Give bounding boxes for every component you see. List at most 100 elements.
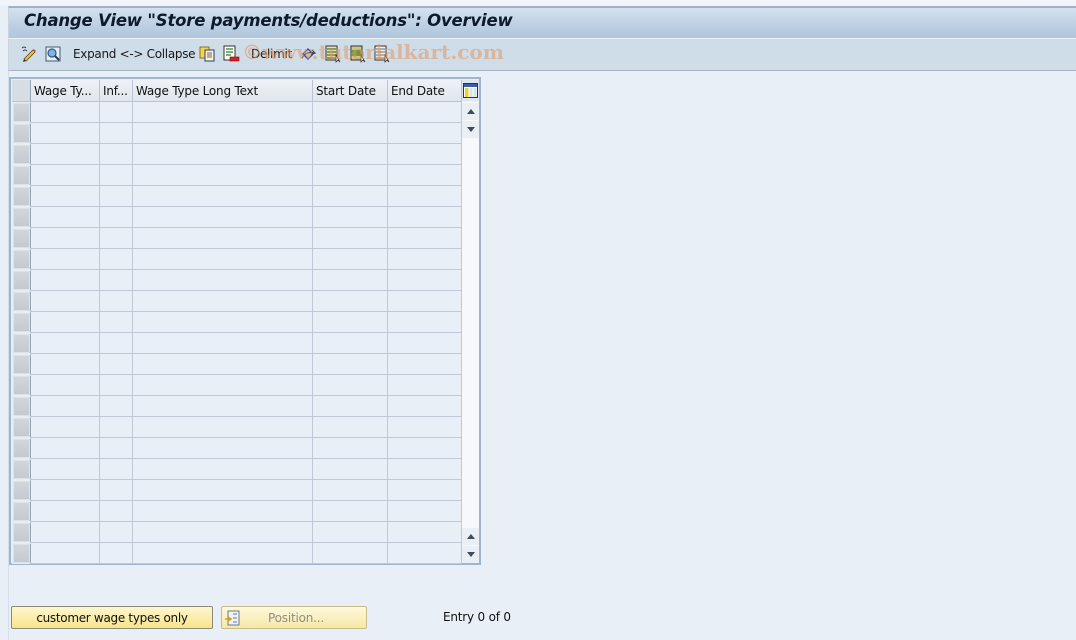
- cell-inf[interactable]: [100, 165, 133, 186]
- row-selector[interactable]: [12, 459, 31, 480]
- row-selector[interactable]: [12, 333, 31, 354]
- cell-wage-type[interactable]: [31, 354, 100, 375]
- cell-long-text[interactable]: [133, 165, 313, 186]
- cell-end-date[interactable]: [388, 522, 462, 543]
- cell-end-date[interactable]: [388, 207, 462, 228]
- select-all-button[interactable]: [324, 44, 342, 64]
- cell-end-date[interactable]: [388, 459, 462, 480]
- column-header-inf[interactable]: Inf...: [100, 80, 133, 102]
- cell-start-date[interactable]: [313, 333, 388, 354]
- cell-start-date[interactable]: [313, 102, 388, 123]
- cell-long-text[interactable]: [133, 228, 313, 249]
- scroll-track[interactable]: [462, 102, 479, 562]
- cell-inf[interactable]: [100, 186, 133, 207]
- row-selector[interactable]: [12, 354, 31, 375]
- cell-end-date[interactable]: [388, 480, 462, 501]
- cell-inf[interactable]: [100, 270, 133, 291]
- cell-long-text[interactable]: [133, 186, 313, 207]
- cell-end-date[interactable]: [388, 354, 462, 375]
- cell-wage-type[interactable]: [31, 102, 100, 123]
- cell-wage-type[interactable]: [31, 291, 100, 312]
- cell-wage-type[interactable]: [31, 480, 100, 501]
- cell-inf[interactable]: [100, 249, 133, 270]
- cell-wage-type[interactable]: [31, 312, 100, 333]
- cell-long-text[interactable]: [133, 144, 313, 165]
- cell-end-date[interactable]: [388, 291, 462, 312]
- cell-start-date[interactable]: [313, 207, 388, 228]
- cell-long-text[interactable]: [133, 501, 313, 522]
- cell-long-text[interactable]: [133, 249, 313, 270]
- cell-start-date[interactable]: [313, 480, 388, 501]
- row-selector[interactable]: [12, 396, 31, 417]
- cell-long-text[interactable]: [133, 333, 313, 354]
- cell-inf[interactable]: [100, 438, 133, 459]
- cell-start-date[interactable]: [313, 186, 388, 207]
- cell-end-date[interactable]: [388, 543, 462, 564]
- cell-wage-type[interactable]: [31, 396, 100, 417]
- cell-inf[interactable]: [100, 333, 133, 354]
- scroll-down-top-button[interactable]: [462, 121, 479, 138]
- cell-inf[interactable]: [100, 375, 133, 396]
- row-selector[interactable]: [12, 501, 31, 522]
- cell-end-date[interactable]: [388, 123, 462, 144]
- cell-end-date[interactable]: [388, 144, 462, 165]
- row-selector[interactable]: [12, 102, 31, 123]
- cell-long-text[interactable]: [133, 270, 313, 291]
- cell-end-date[interactable]: [388, 501, 462, 522]
- cell-start-date[interactable]: [313, 270, 388, 291]
- row-selector[interactable]: [12, 144, 31, 165]
- cell-long-text[interactable]: [133, 354, 313, 375]
- cell-inf[interactable]: [100, 543, 133, 564]
- cell-inf[interactable]: [100, 459, 133, 480]
- cell-end-date[interactable]: [388, 396, 462, 417]
- cell-inf[interactable]: [100, 522, 133, 543]
- cell-long-text[interactable]: [133, 459, 313, 480]
- select-block-button[interactable]: [349, 44, 367, 64]
- cell-start-date[interactable]: [313, 165, 388, 186]
- row-selector[interactable]: [12, 543, 31, 564]
- cell-wage-type[interactable]: [31, 186, 100, 207]
- row-selector[interactable]: [12, 228, 31, 249]
- row-selector[interactable]: [12, 417, 31, 438]
- copy-as-button[interactable]: [198, 44, 216, 64]
- row-selector[interactable]: [12, 270, 31, 291]
- cell-wage-type[interactable]: [31, 438, 100, 459]
- cell-start-date[interactable]: [313, 543, 388, 564]
- row-selector[interactable]: [12, 165, 31, 186]
- cell-long-text[interactable]: [133, 480, 313, 501]
- cell-wage-type[interactable]: [31, 123, 100, 144]
- cell-inf[interactable]: [100, 123, 133, 144]
- row-selector[interactable]: [12, 438, 31, 459]
- cell-start-date[interactable]: [313, 123, 388, 144]
- cell-end-date[interactable]: [388, 417, 462, 438]
- cell-start-date[interactable]: [313, 459, 388, 480]
- row-selector[interactable]: [12, 207, 31, 228]
- cell-start-date[interactable]: [313, 396, 388, 417]
- cell-inf[interactable]: [100, 417, 133, 438]
- cell-start-date[interactable]: [313, 417, 388, 438]
- deselect-all-button[interactable]: [373, 44, 391, 64]
- cell-end-date[interactable]: [388, 333, 462, 354]
- cell-wage-type[interactable]: [31, 165, 100, 186]
- cell-end-date[interactable]: [388, 438, 462, 459]
- cell-end-date[interactable]: [388, 375, 462, 396]
- cell-end-date[interactable]: [388, 312, 462, 333]
- cell-inf[interactable]: [100, 228, 133, 249]
- delete-button[interactable]: [222, 44, 240, 64]
- cell-long-text[interactable]: [133, 375, 313, 396]
- column-header-long-text[interactable]: Wage Type Long Text: [133, 80, 313, 102]
- cell-end-date[interactable]: [388, 165, 462, 186]
- cell-start-date[interactable]: [313, 249, 388, 270]
- scroll-up-top-button[interactable]: [462, 103, 479, 120]
- row-selector[interactable]: [12, 312, 31, 333]
- row-selector[interactable]: [12, 375, 31, 396]
- select-all-rows-button[interactable]: [12, 80, 31, 102]
- cell-wage-type[interactable]: [31, 375, 100, 396]
- row-selector[interactable]: [12, 123, 31, 144]
- cell-end-date[interactable]: [388, 228, 462, 249]
- undo-change-button[interactable]: [300, 44, 318, 64]
- cell-start-date[interactable]: [313, 522, 388, 543]
- cell-start-date[interactable]: [313, 438, 388, 459]
- position-button[interactable]: Position...: [221, 606, 367, 629]
- cell-wage-type[interactable]: [31, 249, 100, 270]
